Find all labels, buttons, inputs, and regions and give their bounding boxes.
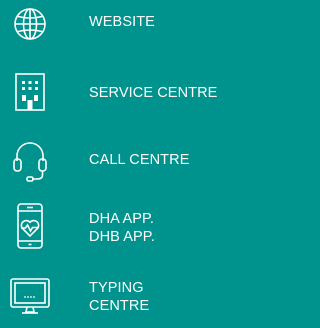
channel-label: SERVICE CENTRE — [89, 85, 218, 101]
channel-label: CALL CENTRE — [89, 152, 190, 168]
globe-icon — [6, 0, 54, 48]
channel-label: WEBSITE — [89, 14, 155, 30]
channel-website[interactable]: WEBSITE — [0, 0, 246, 48]
mobile-heart-icon — [6, 202, 54, 250]
headset-icon — [6, 136, 54, 184]
building-icon — [6, 68, 54, 116]
monitor-icon — [6, 272, 54, 320]
channel-typing-centre[interactable]: TYPING CENTRE — [0, 270, 246, 328]
channel-service-centre[interactable]: SERVICE CENTRE — [0, 68, 246, 124]
channel-app[interactable]: DHA APP. DHB APP. — [0, 200, 246, 258]
channel-label: DHA APP. DHB APP. — [89, 211, 155, 245]
channel-call-centre[interactable]: CALL CENTRE — [0, 134, 246, 186]
channel-label: TYPING CENTRE — [89, 280, 150, 314]
service-channel-list: WEBSITE SERVICE CENTRE CALL CENTRE DHA A… — [0, 0, 246, 328]
